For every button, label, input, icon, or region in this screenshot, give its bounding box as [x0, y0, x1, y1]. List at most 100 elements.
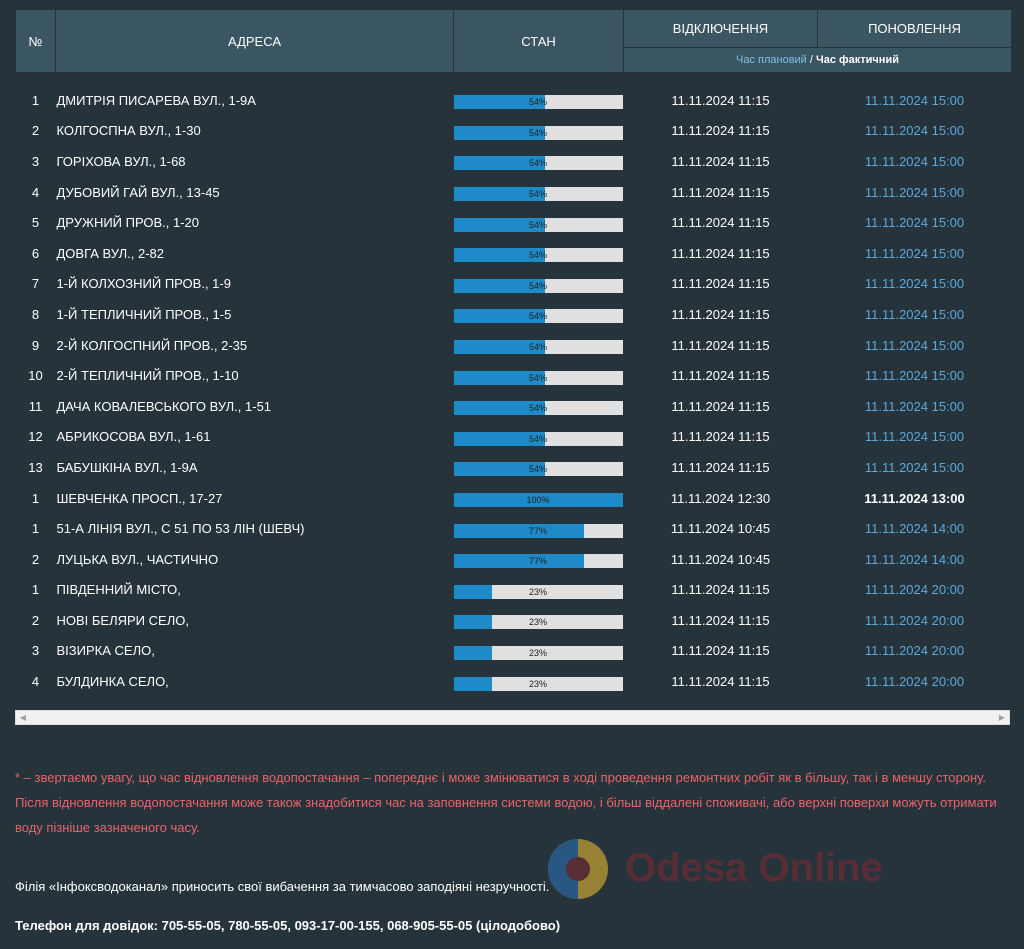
row-off-time: 11.11.2024 11:15: [671, 612, 770, 628]
table-body: 1 ДМИТРІЯ ПИСАРЕВА ВУЛ., 1-9А 54% 11.11.202…: [16, 73, 1012, 697]
row-off-time: 11.11.2024 11:15: [671, 276, 770, 292]
chevron-right-icon[interactable]: ▶: [995, 711, 1009, 724]
row-num: 11: [28, 398, 43, 414]
progress-label: 54%: [528, 219, 547, 230]
row-update-time: 11.11.2024 15:00: [864, 337, 965, 353]
progress-label: 77%: [528, 525, 547, 536]
row-address: 2-Й ТЕПЛИЧНИЙ ПРОВ., 1-10: [56, 368, 239, 384]
row-state: 54%: [453, 330, 624, 361]
table-row: 5 ДРУЖНИЙ ПРОВ., 1-20 54% 11.11.2024 11:15 1…: [16, 207, 1012, 238]
table-row: 12 АБРИКОСОВА ВУЛ., 1-61 54% 11.11.2024 11:…: [16, 422, 1012, 453]
row-update-time: 11.11.2024 13:00: [864, 490, 965, 506]
row-off-time: 11.11.2024 12:30: [670, 490, 771, 506]
row-state: 23%: [453, 605, 624, 636]
row-address: ДРУЖНИЙ ПРОВ., 1-20: [56, 215, 200, 231]
progress-bar: 54%: [453, 340, 623, 355]
row-off-time: 11.11.2024 11:15: [671, 306, 770, 322]
watermark: Odesa Online: [547, 838, 1017, 902]
table-row: 6 ДОВГА ВУЛ., 2-82 54% 11.11.2024 11:15 11.1…: [16, 238, 1012, 269]
progress-bar: 100%: [453, 493, 623, 508]
row-num: 2: [31, 551, 40, 567]
row-off-time: 11.11.2024 11:15: [671, 674, 770, 690]
row-state: 54%: [453, 116, 624, 147]
table-row: 1 ШЕВЧЕНКА ПРОСП., 17-27 100% 11.11.2024 12…: [16, 483, 1012, 514]
row-off-time: 11.11.2024 11:15: [671, 368, 770, 384]
table-row: 2 НОВІ БЕЛЯРИ СЕЛО, 23% 11.11.2024 11:15 11.…: [16, 605, 1012, 636]
progress-label: 54%: [528, 250, 547, 261]
row-state: 23%: [453, 575, 624, 606]
row-update-time: 11.11.2024 15:00: [864, 92, 965, 108]
progress-label: 54%: [528, 158, 547, 169]
row-state: 23%: [453, 666, 624, 697]
progress-bar: 54%: [453, 187, 623, 202]
row-update-time: 11.11.2024 15:00: [864, 153, 965, 169]
row-num: 6: [31, 245, 40, 261]
table-row: 7 1-Й КОЛХОЗНИЙ ПРОВ., 1-9 54% 11.11.2024 1…: [16, 269, 1012, 300]
progress-bar: 54%: [453, 156, 623, 171]
row-num: 9: [31, 337, 40, 353]
progress-bar: 54%: [453, 462, 623, 477]
row-address: ГОРІХОВА ВУЛ., 1-68: [56, 153, 186, 169]
row-off-time: 11.11.2024 11:15: [671, 429, 770, 445]
disclaimer-note: * – звертаємо увагу, що час відновлення …: [15, 770, 997, 835]
progress-label: 54%: [528, 280, 547, 291]
row-off-time: 11.11.2024 11:15: [671, 643, 770, 659]
row-address: ШЕВЧЕНКА ПРОСП., 17-27: [56, 490, 223, 506]
progress-label: 54%: [528, 127, 547, 138]
col-header-update: ПОНОВЛЕННЯ: [817, 9, 1012, 48]
table-row: 13 БАБУШКІНА ВУЛ., 1-9А 54% 11.11.2024 11:1…: [16, 452, 1012, 483]
row-address: 51-А ЛІНІЯ ВУЛ., С 51 ПО 53 ЛІН (ШЕВЧ): [56, 521, 305, 537]
table-row: 11 ДАЧА КОВАЛЕВСЬКОГО ВУЛ., 1-51 54% 11.11.…: [16, 391, 1012, 422]
row-update-time: 11.11.2024 15:00: [864, 398, 965, 414]
row-num: 5: [31, 215, 40, 231]
progress-label: 100%: [526, 495, 550, 506]
row-num: 8: [31, 306, 40, 322]
row-num: 3: [31, 153, 40, 169]
row-address: ДАЧА КОВАЛЕВСЬКОГО ВУЛ., 1-51: [56, 398, 272, 414]
progress-bar: 54%: [453, 401, 623, 416]
row-update-time: 11.11.2024 15:00: [864, 306, 965, 322]
horizontal-scrollbar[interactable]: ◀ ▶: [15, 710, 1010, 725]
progress-label: 54%: [528, 464, 547, 475]
row-off-time: 11.11.2024 11:15: [671, 459, 770, 475]
row-state: 54%: [453, 360, 624, 391]
row-state: 54%: [453, 238, 624, 269]
progress-bar: 54%: [453, 248, 623, 263]
row-update-time: 11.11.2024 15:00: [864, 184, 965, 200]
row-update-time: 11.11.2024 15:00: [864, 459, 965, 475]
row-state: 54%: [453, 85, 624, 116]
progress-bar: 77%: [453, 523, 623, 538]
row-state: 54%: [453, 391, 624, 422]
progress-label: 54%: [528, 372, 547, 383]
table-row: 10 2-Й ТЕПЛИЧНИЙ ПРОВ., 1-10 54% 11.11.2024…: [16, 360, 1012, 391]
row-address: 2-Й КОЛГОСПНИЙ ПРОВ., 2-35: [56, 337, 248, 353]
table-row: 4 БУЛДИНКА СЕЛО, 23% 11.11.2024 11:15 11.11.…: [16, 666, 1012, 697]
table-row: 1 51-А ЛІНІЯ ВУЛ., С 51 ПО 53 ЛІН (ШЕВЧ) 7…: [16, 513, 1012, 544]
row-update-time: 11.11.2024 20:00: [864, 643, 965, 659]
row-num: 4: [31, 184, 40, 200]
table-row: 3 ВІЗИРКА СЕЛО, 23% 11.11.2024 11:15 11.11.2…: [16, 636, 1012, 667]
col-header-address: АДРЕСА: [55, 9, 454, 73]
table-row: 3 ГОРІХОВА ВУЛ., 1-68 54% 11.11.2024 11:15 1…: [16, 146, 1012, 177]
row-update-time: 11.11.2024 15:00: [864, 276, 965, 292]
row-state: 54%: [453, 177, 624, 208]
progress-bar: 23%: [453, 645, 623, 660]
odesa-online-logo-icon: [548, 839, 608, 899]
row-state: 54%: [453, 146, 624, 177]
row-address: НОВІ БЕЛЯРИ СЕЛО,: [56, 612, 189, 628]
row-num: 1: [31, 582, 40, 598]
table-row: 2 ЛУЦЬКА ВУЛ., ЧАСТИЧНО 77% 11.11.2024 10:4…: [16, 544, 1012, 575]
progress-bar: 54%: [453, 309, 623, 324]
chevron-left-icon[interactable]: ◀: [16, 711, 30, 724]
row-state: 77%: [453, 513, 624, 544]
row-state: 54%: [453, 299, 624, 330]
time-legend: Час плановий / Час фактичний: [623, 47, 1012, 73]
progress-label: 23%: [528, 678, 547, 689]
progress-bar: 54%: [453, 370, 623, 385]
row-state: 54%: [453, 452, 624, 483]
outage-table: № АДРЕСА СТАН ВІДКЛЮЧЕННЯ ПОНОВЛЕННЯ Час…: [15, 9, 1012, 697]
row-update-time: 11.11.2024 15:00: [864, 368, 965, 384]
row-state: 77%: [453, 544, 624, 575]
row-num: 2: [31, 612, 40, 628]
row-address: ДОВГА ВУЛ., 2-82: [56, 245, 165, 261]
